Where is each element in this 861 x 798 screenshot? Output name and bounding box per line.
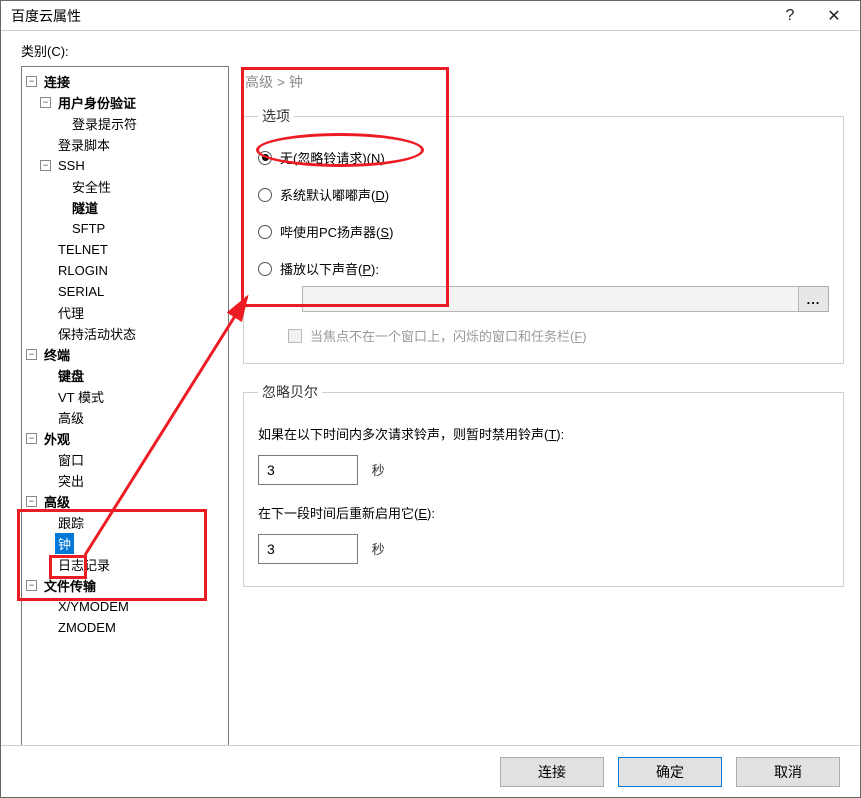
collapse-icon[interactable]: −	[40, 97, 51, 108]
radio-icon	[258, 188, 272, 202]
tree-tunnel[interactable]: 隧道	[54, 197, 226, 218]
tree-bell[interactable]: 钟	[40, 533, 226, 554]
tree-telnet[interactable]: TELNET	[40, 239, 226, 260]
category-label-text: 类别(C):	[21, 44, 69, 59]
tree-xymodem[interactable]: X/YMODEM	[40, 596, 226, 617]
tree-terminal[interactable]: − 终端	[26, 344, 226, 365]
radio-none-label: 无(忽略铃请求)(N)	[280, 148, 385, 167]
dialog-body: − 连接 − 用户身份验证 登录提示符	[1, 66, 860, 752]
category-label: 类别(C):	[1, 31, 860, 66]
options-group: 选项 无(忽略铃请求)(N) 系统默认嘟嘟声(D) 哔使	[243, 106, 844, 364]
tree-serial[interactable]: SERIAL	[40, 281, 226, 302]
help-button[interactable]: ?	[768, 2, 812, 30]
radio-default-beep[interactable]: 系统默认嘟嘟声(D)	[258, 185, 829, 204]
tree-term-advanced[interactable]: 高级	[40, 407, 226, 428]
browse-button[interactable]: ...	[799, 286, 829, 312]
tree-auth[interactable]: − 用户身份验证	[40, 92, 226, 113]
sound-path-row: ...	[302, 286, 829, 312]
checkbox-icon	[288, 329, 302, 343]
radio-icon	[258, 151, 272, 165]
radio-play-sound[interactable]: 播放以下声音(P):	[258, 259, 829, 278]
cancel-button[interactable]: 取消	[736, 757, 840, 787]
tree-advanced[interactable]: − 高级	[26, 491, 226, 512]
tree-ssh[interactable]: − SSH	[40, 155, 226, 176]
tree-trace[interactable]: 跟踪	[40, 512, 226, 533]
collapse-icon[interactable]: −	[40, 160, 51, 171]
tree-connection[interactable]: − 连接	[26, 71, 226, 92]
tree-proxy[interactable]: 代理	[40, 302, 226, 323]
tree-filetransfer[interactable]: − 文件传输	[26, 575, 226, 596]
radio-icon	[258, 262, 272, 276]
window-title: 百度云属性	[11, 6, 768, 26]
collapse-icon[interactable]: −	[26, 433, 37, 444]
reenable-time-input[interactable]	[258, 534, 358, 564]
tree-appearance[interactable]: − 外观	[26, 428, 226, 449]
tree-vtmode[interactable]: VT 模式	[40, 386, 226, 407]
collapse-icon[interactable]: −	[26, 580, 37, 591]
content-pane: 高级 > 钟 选项 无(忽略铃请求)(N) 系统默认嘟嘟声(D)	[229, 66, 848, 752]
ignore-desc2: 在下一段时间后重新启用它(E):	[258, 503, 829, 522]
titlebar: 百度云属性 ? ✕	[1, 1, 860, 31]
ok-button[interactable]: 确定	[618, 757, 722, 787]
radio-icon	[258, 225, 272, 239]
radio-none[interactable]: 无(忽略铃请求)(N)	[258, 148, 829, 167]
tree-keepalive[interactable]: 保持活动状态	[40, 323, 226, 344]
collapse-icon[interactable]: −	[26, 76, 37, 87]
ignore-bell-group: 忽略贝尔 如果在以下时间内多次请求铃声，则暂时禁用铃声(T): 秒 在下一段时间…	[243, 382, 844, 587]
flash-checkbox-row: 当焦点不在一个窗口上，闪烁的窗口和任务栏(F)	[288, 326, 829, 345]
connect-button[interactable]: 连接	[500, 757, 604, 787]
tree-window[interactable]: 窗口	[40, 449, 226, 470]
tree-login-prompt[interactable]: 登录提示符	[54, 113, 226, 134]
ignore-bell-legend: 忽略贝尔	[258, 382, 322, 402]
radio-pc-speaker[interactable]: 哔使用PC扬声器(S)	[258, 222, 829, 241]
tree-zmodem[interactable]: ZMODEM	[40, 617, 226, 638]
radio-speaker-label: 哔使用PC扬声器(S)	[280, 222, 393, 241]
breadcrumb: 高级 > 钟	[239, 66, 848, 106]
button-bar: 连接 确定 取消	[1, 745, 860, 797]
tree-rlogin[interactable]: RLOGIN	[40, 260, 226, 281]
sound-path-input	[302, 286, 799, 312]
tree-keyboard[interactable]: 键盘	[40, 365, 226, 386]
radio-beep-label: 系统默认嘟嘟声(D)	[280, 185, 389, 204]
tree-highlight[interactable]: 突出	[40, 470, 226, 491]
tree-logging[interactable]: 日志记录	[40, 554, 226, 575]
properties-dialog: 百度云属性 ? ✕ 类别(C): − 连接	[0, 0, 861, 798]
disable-time-input[interactable]	[258, 455, 358, 485]
radio-play-label: 播放以下声音(P):	[280, 259, 379, 278]
collapse-icon[interactable]: −	[26, 349, 37, 360]
flash-label: 当焦点不在一个窗口上，闪烁的窗口和任务栏(F)	[310, 326, 587, 345]
seconds-label: 秒	[372, 463, 385, 478]
reenable-time-row: 秒	[258, 534, 829, 564]
collapse-icon[interactable]: −	[26, 496, 37, 507]
tree-security[interactable]: 安全性	[54, 176, 226, 197]
ignore-desc1: 如果在以下时间内多次请求铃声，则暂时禁用铃声(T):	[258, 424, 829, 443]
close-button[interactable]: ✕	[812, 2, 856, 30]
tree-login-script[interactable]: 登录脚本	[40, 134, 226, 155]
seconds-label: 秒	[372, 542, 385, 557]
disable-time-row: 秒	[258, 455, 829, 485]
tree-sftp[interactable]: SFTP	[54, 218, 226, 239]
options-legend: 选项	[258, 106, 294, 126]
category-tree[interactable]: − 连接 − 用户身份验证 登录提示符	[21, 66, 229, 748]
